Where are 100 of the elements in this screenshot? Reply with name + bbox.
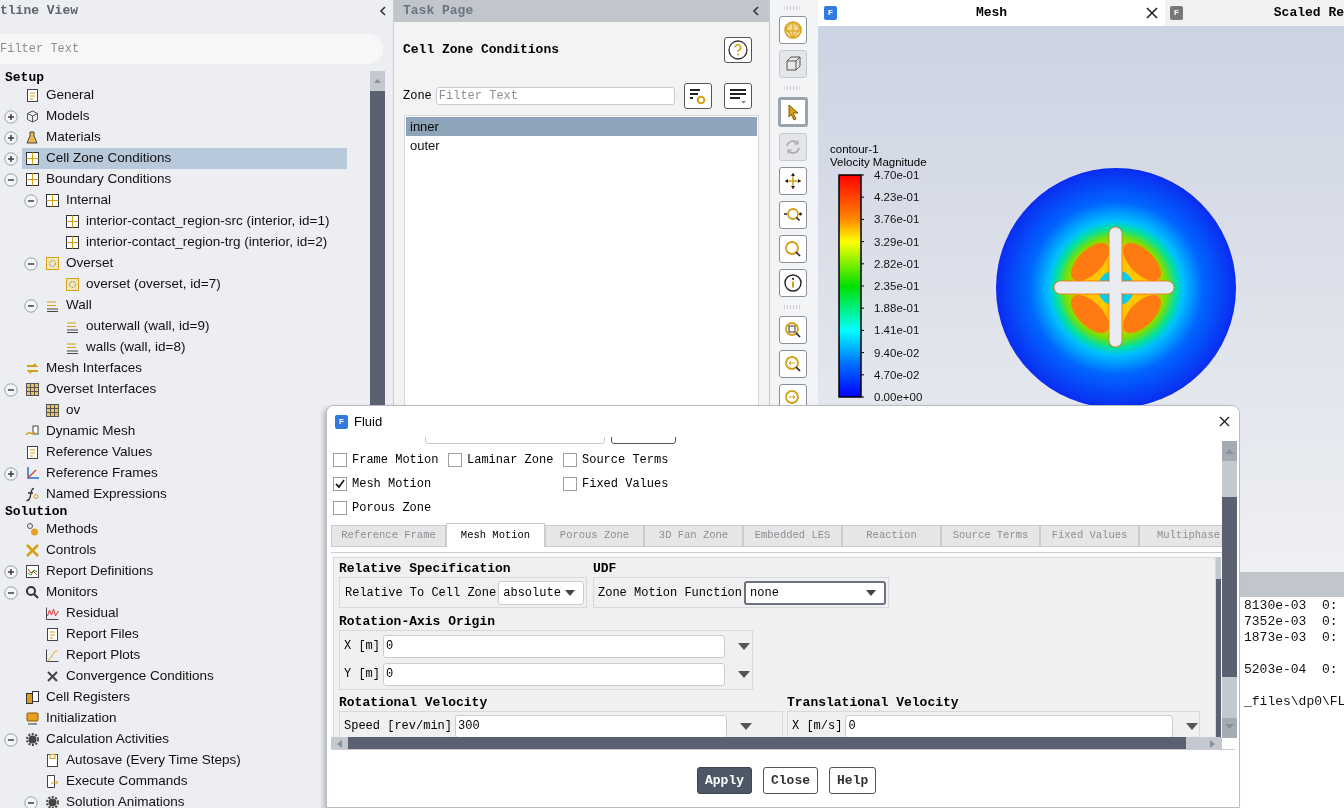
input-field[interactable]: 0 xyxy=(383,634,725,658)
input-field[interactable]: 0 xyxy=(383,662,725,686)
minus-icon[interactable] xyxy=(24,256,38,271)
search-field[interactable]: Filter Text xyxy=(0,34,383,64)
tree-item[interactable]: Residual xyxy=(42,603,119,624)
tree-item[interactable]: Overset Interfaces xyxy=(22,379,157,400)
dropdown[interactable]: none xyxy=(744,580,887,605)
tree-item[interactable]: Convergence Conditions xyxy=(42,666,214,687)
tree-item[interactable]: Cell Zone Conditions xyxy=(22,148,347,169)
checkbox-label: Laminar Zone xyxy=(467,452,554,469)
dotted-square-icon xyxy=(65,277,80,292)
tree-item[interactable]: Boundary Conditions xyxy=(22,169,172,190)
tree-item[interactable]: Calculation Activities xyxy=(22,729,170,750)
caret-icon[interactable] xyxy=(740,722,753,730)
search-icon xyxy=(25,585,40,600)
toolbar-button[interactable] xyxy=(779,269,807,297)
caret-icon[interactable] xyxy=(738,642,750,650)
tree-item[interactable]: Monitors xyxy=(22,582,98,603)
tree-item[interactable]: overset (overset, id=7) xyxy=(62,274,221,295)
mesh-icon xyxy=(45,403,60,418)
plus-icon[interactable] xyxy=(4,564,18,579)
help-button[interactable] xyxy=(724,37,752,63)
console-line: 5203e-04 0: xyxy=(1244,662,1338,678)
filter-field[interactable]: Filter Text xyxy=(435,87,676,105)
plus-icon[interactable] xyxy=(4,109,18,124)
minus-icon[interactable] xyxy=(24,193,38,208)
plus-icon[interactable] xyxy=(4,151,18,166)
tree-item[interactable]: Reference Frames xyxy=(22,463,158,484)
close-icon[interactable] xyxy=(1219,416,1230,427)
minus-icon[interactable] xyxy=(4,732,18,747)
collapse-icon[interactable] xyxy=(379,6,387,16)
minus-icon[interactable] xyxy=(24,795,38,808)
minus-icon[interactable] xyxy=(4,585,18,600)
checkbox[interactable] xyxy=(333,477,347,491)
tree-item[interactable]: Cell Registers xyxy=(22,687,131,708)
input-field[interactable]: 300 xyxy=(455,714,728,737)
grip-handle[interactable] xyxy=(783,86,803,90)
checkbox-label: Porous Zone xyxy=(352,500,432,517)
scrollbar[interactable] xyxy=(331,737,1222,749)
checkbox[interactable] xyxy=(333,501,347,515)
dialog-button[interactable]: Help xyxy=(829,767,877,794)
document-arrow-icon xyxy=(45,774,60,789)
tree-item[interactable]: Initialization xyxy=(22,708,117,729)
sort-button[interactable] xyxy=(724,83,752,109)
tree-item[interactable]: ov xyxy=(42,400,81,421)
gear-icon xyxy=(45,795,60,808)
plus-icon[interactable] xyxy=(4,130,18,145)
dialog-button[interactable]: Close xyxy=(763,767,819,794)
close-icon[interactable] xyxy=(1146,7,1158,19)
plus-icon[interactable] xyxy=(4,466,18,481)
tree-item[interactable]: Reference Values xyxy=(22,442,153,463)
caret-icon[interactable] xyxy=(738,670,750,678)
tree-item[interactable]: General xyxy=(22,85,95,106)
list-item[interactable]: outer xyxy=(406,136,757,155)
dialog-button[interactable]: Apply xyxy=(697,767,752,794)
tree-item[interactable]: Dynamic Mesh xyxy=(22,421,136,442)
minus-icon[interactable] xyxy=(24,298,38,313)
tree-item[interactable]: Overset xyxy=(42,253,114,274)
view-tab[interactable]: F Scaled Re xyxy=(1165,0,1344,26)
tree-item[interactable]: Report Plots xyxy=(42,645,141,666)
tree-item[interactable]: Report Definitions xyxy=(22,561,154,582)
checkbox[interactable] xyxy=(563,477,577,491)
tree-item[interactable]: Autosave (Every Time Steps) xyxy=(42,750,241,771)
tree-item[interactable]: interior-contact_region-trg (interior, id=2) xyxy=(62,232,328,253)
dotted-square-icon xyxy=(45,256,60,271)
tree-item[interactable]: Wall xyxy=(42,295,92,316)
tree-item[interactable]: Controls xyxy=(22,540,97,561)
list-item[interactable]: inner xyxy=(406,117,757,136)
tree-item[interactable]: interior-contact_region-src (interior, id=1) xyxy=(62,211,330,232)
tree-item[interactable]: Methods xyxy=(22,519,98,540)
checkbox[interactable] xyxy=(563,453,577,467)
tree-item[interactable]: Models xyxy=(22,106,90,127)
dropdown[interactable]: absolute xyxy=(498,580,585,605)
tools-icon xyxy=(25,543,40,558)
tree-item[interactable]: Materials xyxy=(22,127,101,148)
tree-item[interactable]: outerwall (wall, id=9) xyxy=(62,316,210,337)
tree-item[interactable]: Report Files xyxy=(42,624,139,645)
field-label: Zone Motion Function xyxy=(598,584,743,602)
checkbox[interactable] xyxy=(333,453,347,467)
tab[interactable]: Mesh Motion xyxy=(446,523,545,547)
grip-handle[interactable] xyxy=(783,305,803,309)
tree-item[interactable]: Solution Animations xyxy=(42,792,185,808)
collapse-icon[interactable] xyxy=(752,6,760,16)
tree-item[interactable]: Named Expressions xyxy=(22,484,167,505)
legend-label: 0.00e+00 xyxy=(874,391,923,403)
minus-icon[interactable] xyxy=(4,382,18,397)
filter-options-button[interactable] xyxy=(684,83,713,109)
input-field[interactable]: 0 xyxy=(845,714,1174,737)
scrollbar[interactable] xyxy=(1216,557,1221,737)
tree-item[interactable]: Execute Commands xyxy=(42,771,188,792)
info-icon xyxy=(783,273,803,293)
caret-icon[interactable] xyxy=(1186,722,1199,730)
tree-item[interactable]: walls (wall, id=8) xyxy=(62,337,186,358)
grip-handle[interactable] xyxy=(783,6,803,10)
tree-item[interactable]: Mesh Interfaces xyxy=(22,358,143,379)
checkbox[interactable] xyxy=(448,453,462,467)
minus-icon[interactable] xyxy=(4,172,18,187)
toolbar-button[interactable] xyxy=(779,167,807,195)
function-icon xyxy=(25,487,40,502)
tree-item[interactable]: Internal xyxy=(42,190,112,211)
